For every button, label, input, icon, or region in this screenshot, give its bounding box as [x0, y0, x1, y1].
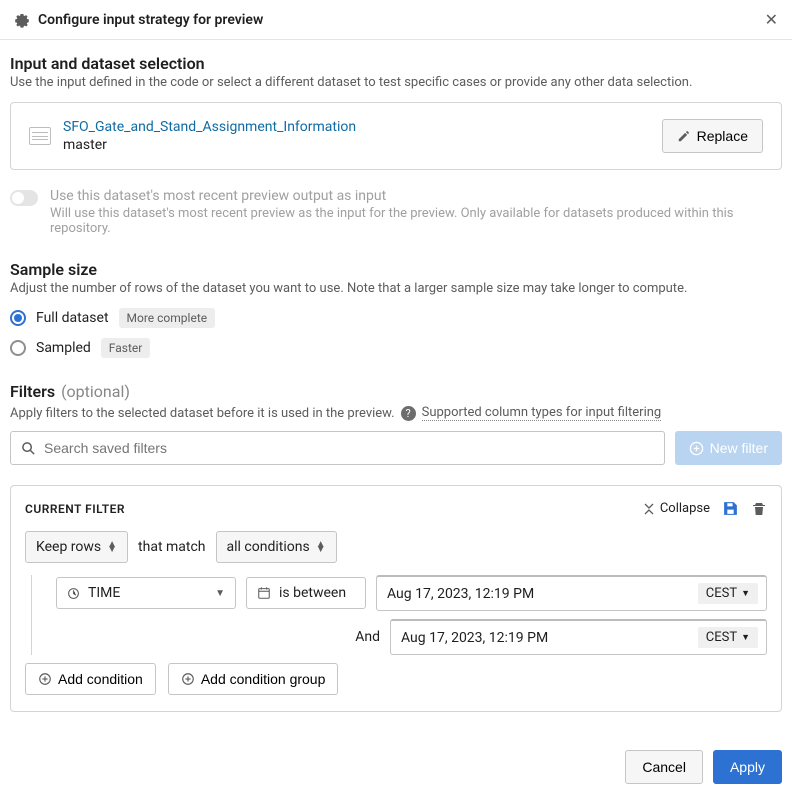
dataset-link[interactable]: SFO_Gate_and_Stand_Assignment_Informatio…	[63, 119, 356, 135]
supported-types-link[interactable]: Supported column types for input filteri…	[422, 405, 662, 421]
input-heading: Input and dataset selection	[10, 54, 782, 73]
column-name: TIME	[88, 585, 120, 601]
toggle-title: Use this dataset's most recent preview o…	[50, 188, 782, 204]
input-desc: Use the input defined in the code or sel…	[10, 75, 782, 90]
dataset-icon	[29, 127, 51, 145]
search-icon	[21, 441, 36, 456]
recent-preview-toggle	[10, 190, 38, 206]
tz-label-2: CEST	[706, 630, 737, 645]
plus-circle-icon	[38, 672, 52, 686]
radio-full-dataset-row[interactable]: Full dataset More complete	[10, 308, 782, 328]
new-filter-button: New filter	[675, 431, 782, 465]
all-conditions-label: all conditions	[227, 539, 310, 555]
tz-label-1: CEST	[706, 586, 737, 601]
all-conditions-select[interactable]: all conditions ▲▼	[216, 531, 337, 563]
cancel-button[interactable]: Cancel	[625, 750, 703, 784]
replace-button[interactable]: Replace	[662, 119, 763, 153]
tz-select-2[interactable]: CEST ▼	[698, 627, 758, 648]
that-match-text: that match	[138, 539, 205, 555]
radio-sampled[interactable]	[10, 340, 26, 356]
datetime-value-1: Aug 17, 2023, 12:19 PM	[387, 586, 534, 602]
badge-more-complete: More complete	[119, 308, 216, 328]
sample-desc: Adjust the number of rows of the dataset…	[10, 281, 782, 296]
keep-rows-label: Keep rows	[36, 539, 101, 555]
radio-full-label: Full dataset	[36, 310, 109, 326]
radio-full-dataset[interactable]	[10, 310, 26, 326]
plus-circle-icon	[689, 441, 704, 456]
caret-icon: ▲▼	[316, 542, 326, 552]
chevron-down-icon: ▼	[741, 588, 750, 599]
close-icon[interactable]: ✕	[765, 10, 778, 29]
add-condition-group-label: Add condition group	[201, 671, 326, 687]
pencil-icon	[677, 129, 691, 143]
current-filter-title: CURRENT FILTER	[25, 502, 643, 516]
filters-heading: Filters	[10, 382, 55, 401]
collapse-icon	[643, 503, 655, 515]
new-filter-label: New filter	[710, 440, 768, 456]
badge-faster: Faster	[101, 338, 151, 358]
and-label: And	[56, 629, 380, 645]
chevron-down-icon: ▼	[215, 588, 225, 599]
recent-preview-toggle-row: Use this dataset's most recent preview o…	[10, 188, 782, 236]
add-condition-group-button[interactable]: Add condition group	[168, 663, 339, 695]
apply-button[interactable]: Apply	[713, 750, 782, 784]
filters-optional: (optional)	[61, 382, 130, 401]
collapse-label: Collapse	[660, 501, 710, 516]
help-icon[interactable]: ?	[401, 406, 416, 421]
datetime-input-2[interactable]: Aug 17, 2023, 12:19 PM CEST ▼	[390, 619, 767, 655]
add-condition-label: Add condition	[58, 671, 143, 687]
caret-icon: ▲▼	[107, 542, 117, 552]
operator-select[interactable]: is between	[246, 577, 366, 609]
tz-select-1[interactable]: CEST ▼	[698, 583, 758, 604]
gear-icon	[14, 12, 30, 28]
dialog-footer: Cancel Apply	[0, 750, 792, 798]
collapse-button[interactable]: Collapse	[643, 501, 710, 516]
add-condition-button[interactable]: Add condition	[25, 663, 156, 695]
current-filter-card: CURRENT FILTER Collapse Keep rows ▲▼ tha…	[10, 485, 782, 712]
replace-label: Replace	[697, 128, 748, 144]
search-filters-input[interactable]	[44, 440, 654, 456]
calendar-icon	[257, 586, 271, 600]
dialog-title: Configure input strategy for preview	[38, 12, 765, 28]
datetime-input-1[interactable]: Aug 17, 2023, 12:19 PM CEST ▼	[376, 575, 767, 611]
search-filters-input-wrap[interactable]	[10, 431, 665, 465]
keep-rows-select[interactable]: Keep rows ▲▼	[25, 531, 128, 563]
chevron-down-icon: ▼	[741, 632, 750, 643]
column-select[interactable]: TIME ▼	[56, 577, 236, 609]
sample-heading: Sample size	[10, 260, 782, 279]
toggle-desc: Will use this dataset's most recent prev…	[50, 206, 782, 236]
dataset-card: SFO_Gate_and_Stand_Assignment_Informatio…	[10, 102, 782, 170]
operator-label: is between	[279, 585, 346, 601]
radio-sampled-label: Sampled	[36, 340, 91, 356]
plus-circle-icon	[181, 672, 195, 686]
trash-icon[interactable]	[751, 501, 767, 517]
datetime-value-2: Aug 17, 2023, 12:19 PM	[401, 630, 548, 646]
save-icon[interactable]	[722, 500, 739, 517]
dataset-branch: master	[63, 137, 662, 153]
clock-icon	[67, 587, 80, 600]
filters-desc: Apply filters to the selected dataset be…	[10, 406, 395, 421]
radio-sampled-row[interactable]: Sampled Faster	[10, 338, 782, 358]
dialog-header: Configure input strategy for preview ✕	[0, 0, 792, 40]
